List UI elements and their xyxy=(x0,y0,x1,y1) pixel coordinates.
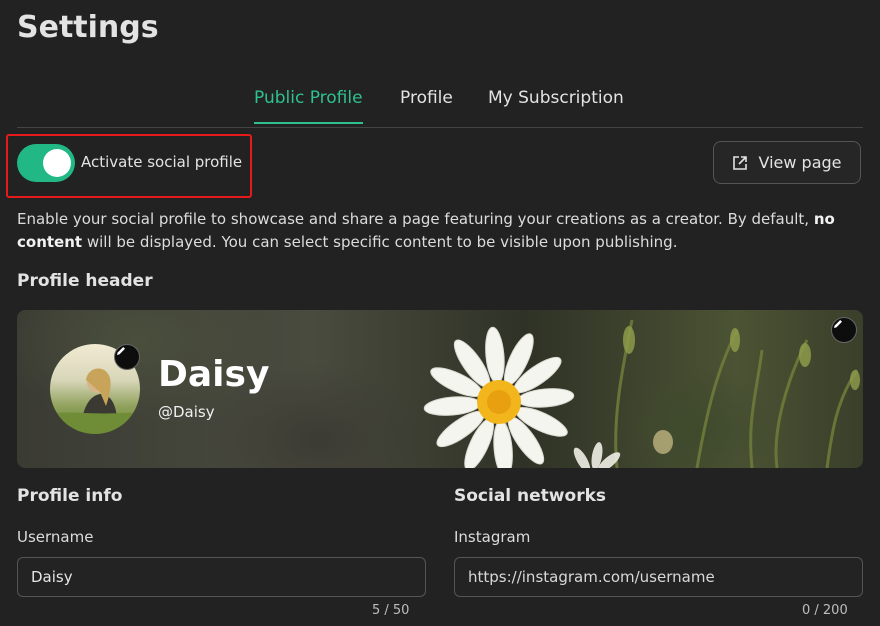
profile-banner: Daisy @Daisy xyxy=(17,310,863,468)
instagram-input[interactable] xyxy=(454,557,863,597)
display-name: Daisy xyxy=(158,354,270,395)
description-part1: Enable your social profile to showcase a… xyxy=(17,210,814,228)
external-link-icon xyxy=(733,155,748,170)
profile-info-title: Profile info xyxy=(17,486,123,506)
profile-header-title: Profile header xyxy=(17,271,153,291)
avatar-edit-button[interactable] xyxy=(114,344,140,370)
username-counter: 5 / 50 xyxy=(372,603,410,618)
view-page-label: View page xyxy=(758,153,842,172)
tab-profile[interactable]: Profile xyxy=(400,88,453,122)
instagram-label: Instagram xyxy=(454,528,531,546)
pencil-icon xyxy=(117,347,125,355)
toggle-knob xyxy=(43,149,71,177)
page-title: Settings xyxy=(17,10,159,45)
daisy-banner-image xyxy=(423,319,860,468)
description-text: Enable your social profile to showcase a… xyxy=(17,208,863,254)
social-networks-title: Social networks xyxy=(454,486,606,506)
tab-my-subscription[interactable]: My Subscription xyxy=(488,88,624,122)
view-page-button[interactable]: View page xyxy=(713,141,861,184)
description-bold2: content xyxy=(17,233,83,251)
description-bold1: no xyxy=(813,210,835,228)
profile-handle: @Daisy xyxy=(158,403,215,421)
settings-tabs: Public Profile Profile My Subscription xyxy=(17,78,863,128)
banner-edit-button[interactable] xyxy=(831,317,857,343)
instagram-counter: 0 / 200 xyxy=(802,603,848,618)
description-part2: will be displayed. You can select specif… xyxy=(82,233,678,251)
pencil-icon xyxy=(834,320,842,328)
toggle-label: Activate social profile xyxy=(81,153,243,171)
tab-public-profile[interactable]: Public Profile xyxy=(254,88,363,124)
activate-social-profile-toggle[interactable] xyxy=(17,144,75,182)
username-input[interactable] xyxy=(17,557,426,597)
username-label: Username xyxy=(17,528,94,546)
